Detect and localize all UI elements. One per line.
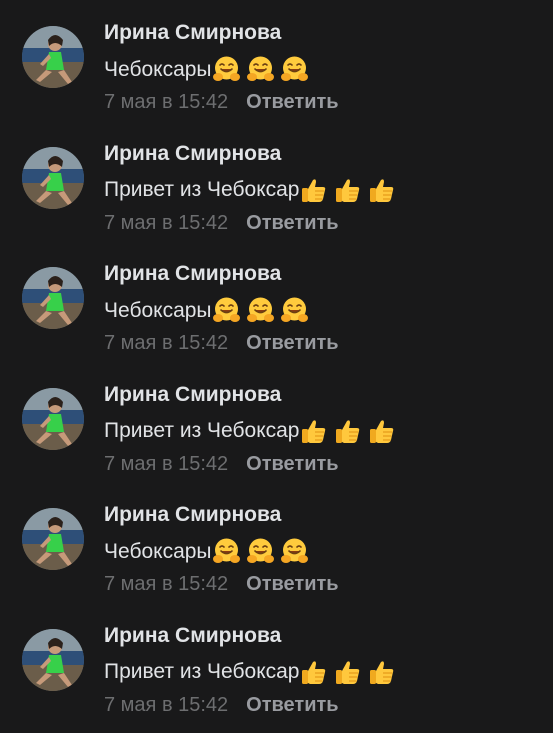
comment-timestamp: 7 мая в 15:42 [104,332,229,354]
comment-timestamp: 7 мая в 15:42 [104,693,229,716]
hugging-face-emoji [212,296,241,325]
hugging-face-emoji [212,55,241,84]
comment-author[interactable]: Ирина Смирнова [104,262,281,286]
reply-button[interactable]: Ответить [246,332,338,354]
comment-message: Чебоксары [104,296,314,325]
comment-item: Ирина Смирнова Чебоксары 7 мая в 15:42 Отв… [0,241,553,361]
thumbs-up-emoji [333,417,362,446]
hugging-face-emoji [280,296,309,325]
comment-meta: 7 мая в 15:42 Ответить [104,573,339,596]
thumbs-up-emoji [367,176,396,205]
avatar[interactable] [22,26,84,88]
avatar[interactable] [22,628,84,691]
reply-button[interactable]: Ответить [246,212,338,234]
comment-item: Ирина Смирнова Чебоксары 7 мая в 15:42 Отв… [0,482,553,602]
emoji-row [299,176,401,205]
comment-item: Ирина Смирнова Чебоксары 7 мая в 15:42 Отв… [0,0,553,120]
hugging-face-emoji [246,55,275,84]
comment-meta: 7 мая в 15:42 Ответить [104,694,339,717]
comment-message: Чебоксары [104,55,314,84]
comment-item: Ирина Смирнова Привет из Чебоксар 7 мая в… [0,362,553,482]
hugging-face-emoji [246,296,275,325]
avatar[interactable] [22,508,84,570]
comment-message: Привет из Чебоксар [104,658,401,687]
hugging-face-emoji [212,537,241,566]
reply-button[interactable]: Ответить [246,91,338,113]
emoji-row [299,658,401,687]
emoji-row [212,296,314,325]
thumbs-up-emoji [299,417,328,446]
comment-meta: 7 мая в 15:42 Ответить [104,212,339,235]
comment-text: Чебоксары [104,298,212,322]
reply-button[interactable]: Ответить [246,694,338,716]
avatar[interactable] [22,267,84,329]
emoji-row [299,417,401,446]
comment-text: Чебоксары [104,539,212,563]
comment-text: Чебоксары [104,57,212,81]
emoji-row [212,55,314,84]
reply-button[interactable]: Ответить [246,573,338,595]
comment-author[interactable]: Ирина Смирнова [104,624,281,648]
comment-author[interactable]: Ирина Смирнова [104,142,281,166]
emoji-row [212,537,314,566]
comment-item: Ирина Смирнова Привет из Чебоксар 7 мая в… [0,603,553,723]
comment-meta: 7 мая в 15:42 Ответить [104,91,339,114]
comment-timestamp: 7 мая в 15:42 [104,452,229,475]
avatar[interactable] [22,387,84,450]
hugging-face-emoji [280,55,309,84]
comment-text: Привет из Чебоксар [104,660,300,683]
comment-author[interactable]: Ирина Смирнова [104,383,281,407]
thumbs-up-emoji [333,658,362,687]
comment-text: Привет из Чебоксар [104,178,300,201]
hugging-face-emoji [280,537,309,566]
thumbs-up-emoji [333,176,362,205]
comment-meta: 7 мая в 15:42 Ответить [104,332,339,355]
reply-button[interactable]: Ответить [246,453,338,475]
thumbs-up-emoji [299,176,328,205]
thumbs-up-emoji [299,658,328,687]
comment-author[interactable]: Ирина Смирнова [104,21,281,45]
avatar[interactable] [22,146,84,209]
thumbs-up-emoji [367,658,396,687]
comment-message: Привет из Чебоксар [104,417,401,446]
comment-timestamp: 7 мая в 15:42 [104,211,229,234]
comment-message: Привет из Чебоксар [104,176,401,205]
thumbs-up-emoji [367,417,396,446]
comment-author[interactable]: Ирина Смирнова [104,503,281,527]
hugging-face-emoji [246,537,275,566]
comment-text: Привет из Чебоксар [104,419,300,442]
comment-timestamp: 7 мая в 15:42 [104,91,229,113]
comment-meta: 7 мая в 15:42 Ответить [104,453,339,476]
comment-timestamp: 7 мая в 15:42 [104,573,229,595]
comment-message: Чебоксары [104,537,314,566]
comment-item: Ирина Смирнова Привет из Чебоксар 7 мая в… [0,121,553,241]
